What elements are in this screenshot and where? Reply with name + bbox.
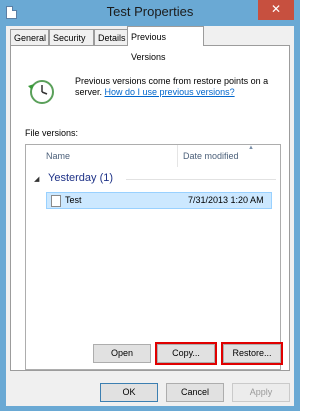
dialog-client: General Security Details Previous Versio…	[6, 26, 294, 406]
window-title: Test Properties	[106, 4, 194, 19]
clock-restore-icon	[28, 80, 54, 104]
title-bar[interactable]: Test Properties ✕	[0, 0, 300, 24]
file-versions-list[interactable]: Name ▲ Date modified ◢ Yesterday (1) Tes…	[25, 144, 281, 370]
file-versions-label: File versions:	[25, 128, 79, 138]
cancel-button[interactable]: Cancel	[166, 383, 224, 402]
group-header[interactable]: Yesterday (1)	[48, 172, 113, 184]
description: Previous versions come from restore poin…	[75, 76, 285, 98]
document-icon	[51, 195, 61, 207]
item-date: 7/31/2013 1:20 AM	[188, 195, 264, 205]
item-name: Test	[65, 195, 82, 205]
column-header-date[interactable]: Date modified	[183, 151, 239, 161]
previous-versions-panel: Previous versions come from restore poin…	[10, 45, 290, 371]
column-header-name[interactable]: Name	[46, 151, 70, 161]
apply-button[interactable]: Apply	[232, 383, 290, 402]
restore-button[interactable]: Restore...	[223, 344, 281, 363]
ok-button[interactable]: OK	[100, 383, 158, 402]
group-divider	[126, 179, 276, 180]
close-button[interactable]: ✕	[258, 0, 294, 20]
tab-details[interactable]: Details	[94, 29, 128, 45]
tab-previous-versions[interactable]: Previous Versions	[127, 26, 204, 62]
list-item[interactable]: Test 7/31/2013 1:20 AM	[46, 192, 272, 209]
help-link[interactable]: How do I use previous versions?	[105, 87, 235, 97]
sort-caret-icon: ▲	[248, 145, 254, 151]
copy-button[interactable]: Copy...	[157, 344, 215, 363]
column-divider[interactable]	[177, 145, 178, 167]
tab-security[interactable]: Security	[49, 29, 94, 45]
properties-window: Test Properties ✕ General Security Detai…	[0, 0, 300, 411]
tab-general[interactable]: General	[10, 29, 49, 45]
group-collapse-icon[interactable]: ◢	[34, 175, 39, 183]
open-button[interactable]: Open	[93, 344, 151, 363]
